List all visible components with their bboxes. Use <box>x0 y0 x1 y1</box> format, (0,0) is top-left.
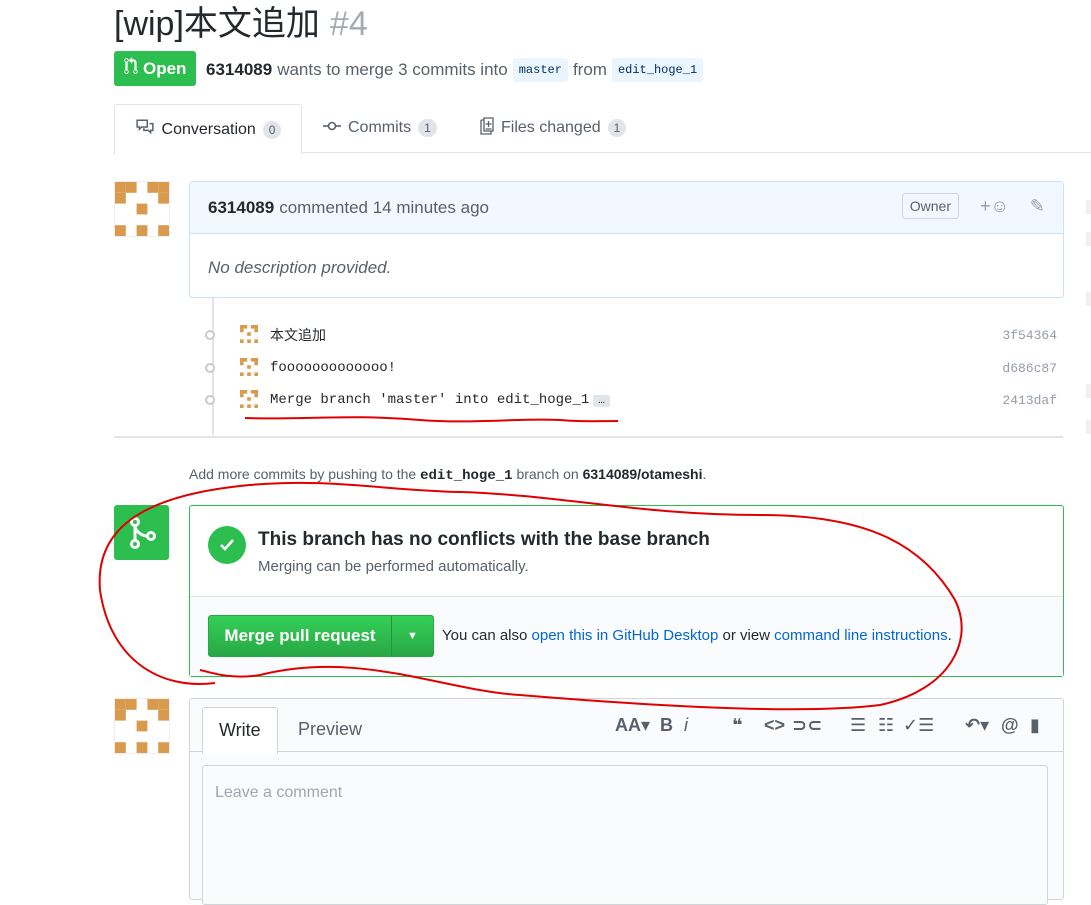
sidebar-fragment <box>1086 200 1091 214</box>
annotation-circle <box>98 481 963 711</box>
sidebar-fragment <box>1086 384 1091 398</box>
tab-counter: 0 <box>262 120 282 139</box>
tab-label: Conversation <box>161 120 256 138</box>
sidebar-fragment <box>1086 420 1091 434</box>
sidebar-fragment <box>1086 232 1091 246</box>
annotation-underline <box>244 416 619 423</box>
sidebar-fragment <box>1086 292 1091 306</box>
comment-discussion-icon <box>135 118 155 141</box>
tab-conversation[interactable]: Conversation 0 <box>114 104 302 155</box>
